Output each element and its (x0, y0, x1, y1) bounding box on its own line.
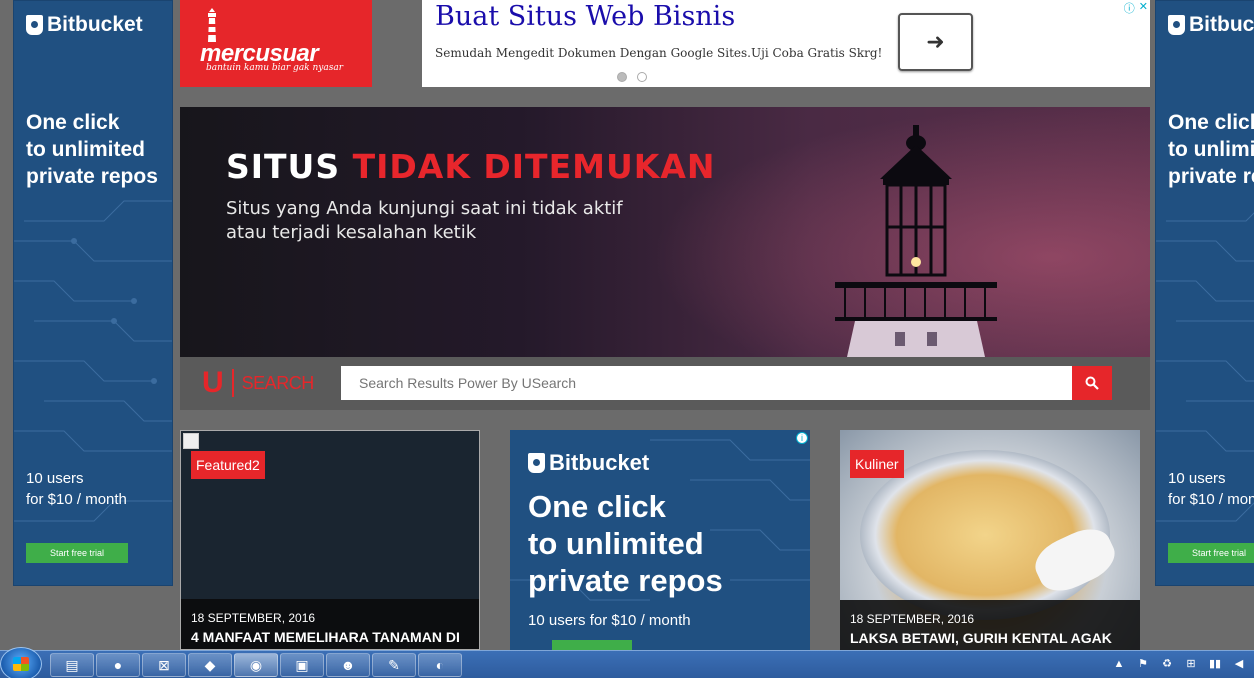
app-taskbar-button[interactable]: ◆ (188, 653, 232, 677)
lighthouse-image (835, 125, 997, 357)
notepad-icon: ✎ (388, 656, 400, 673)
ad-description: Semudah Mengedit Dokumen Dengan Google S… (435, 46, 883, 60)
right-bitbucket-ad[interactable]: Bitbucket One click to unlimited private… (1155, 0, 1254, 586)
usearch-text: SEARCH (241, 372, 315, 393)
logo-separator (231, 369, 234, 397)
bitbucket-icon (26, 15, 43, 35)
post-title[interactable]: 4 MANFAAT MEMELIHARA TANAMAN DI (191, 629, 469, 645)
carousel-dot-2[interactable] (637, 72, 647, 82)
ad-choices: ⓘ ✕ (1124, 0, 1148, 16)
xampp-icon: ⊠ (158, 656, 170, 673)
post-info: 18 SEPTEMBER, 2016 4 MANFAAT MEMELIHARA … (181, 599, 479, 649)
windows-logo-icon (13, 657, 29, 671)
hero-banner: SITUS TIDAK DITEMUKAN Situs yang Anda ku… (180, 107, 1150, 357)
carousel-dot-1[interactable] (617, 72, 627, 82)
start-trial-button[interactable] (552, 640, 632, 650)
chrome-icon: ◉ (249, 656, 263, 673)
ad-info-icon[interactable]: i (796, 432, 808, 444)
gimp-taskbar-button[interactable]: ☻ (326, 653, 370, 677)
post-date: 18 SEPTEMBER, 2016 (850, 612, 975, 626)
search-icon (1085, 376, 1099, 390)
search-bar: U SEARCH (180, 357, 1150, 410)
chrome-taskbar-button[interactable]: ◉ (234, 653, 278, 677)
start-trial-button[interactable]: Start free trial (1168, 543, 1254, 563)
brand-text: Bitbucket (47, 13, 143, 36)
terminal-icon: ▣ (295, 656, 309, 673)
system-tray: ▲ ⚑ ♻ ⊞ ▮▮ ◀ (1112, 657, 1246, 671)
post-date: 18 SEPTEMBER, 2016 (191, 611, 316, 625)
post-card[interactable]: Featured2 18 SEPTEMBER, 2016 4 MANFAAT M… (180, 430, 480, 650)
notepad-taskbar-button[interactable]: ✎ (372, 653, 416, 677)
folder-icon: ▤ (65, 656, 79, 673)
volume-icon[interactable]: ◀ (1232, 657, 1246, 671)
device-icon[interactable]: ⊞ (1184, 657, 1198, 671)
show-hidden-icon[interactable]: ▲ (1112, 657, 1126, 671)
top-text-ad[interactable]: Buat Situs Web Bisnis Semudah Mengedit D… (422, 0, 1150, 87)
bitbucket-logo: Bitbucket (528, 450, 649, 476)
logo-tagline: bantuin kamu biar gak nyasar (206, 63, 344, 73)
ad-info-icon[interactable]: ⓘ (1124, 0, 1135, 16)
post-info: 18 SEPTEMBER, 2016 LAKSA BETAWI, GURIH K… (840, 600, 1140, 650)
xampp-taskbar-button[interactable]: ⊠ (142, 653, 186, 677)
left-bitbucket-ad[interactable]: Bitbucket One click to unlimited private… (13, 0, 173, 586)
ad-headline: One click to unlimited private repos (528, 489, 723, 598)
post-title[interactable]: LAKSA BETAWI, GURIH KENTAL AGAK (850, 630, 1130, 646)
bitbucket-logo: Bitbucket (1168, 13, 1254, 37)
ad-price: 10 users for $10 / month (1168, 470, 1254, 508)
category-badge[interactable]: Featured2 (191, 451, 265, 479)
start-trial-button[interactable]: Start free trial (26, 543, 128, 563)
ad-close-icon[interactable]: ✕ (1139, 0, 1148, 16)
usearch-u: U (202, 366, 224, 399)
bitbucket-icon (1168, 15, 1185, 35)
category-badge[interactable]: Kuliner (850, 450, 904, 478)
search-button[interactable] (1072, 366, 1112, 400)
ad-price: 10 users for $10 / month (26, 470, 127, 508)
search-input[interactable] (341, 366, 1072, 400)
app-icon: ◆ (204, 656, 216, 673)
ad-arrow-button[interactable]: ➜ (898, 13, 973, 71)
mercusuar-logo[interactable]: mercusuar bantuin kamu biar gak nyasar (180, 0, 372, 87)
ad-headline: One click to unlimited private repos (1168, 111, 1254, 188)
windows-taskbar: ▤ ● ⊠ ◆ ◉ ▣ ☻ ✎ ◐ ▲ ⚑ ♻ ⊞ ▮▮ ◀ (0, 647, 1254, 678)
bitbucket-icon (528, 453, 545, 473)
firefox-taskbar-button[interactable]: ● (96, 653, 140, 677)
paint-taskbar-button[interactable]: ◐ (418, 653, 462, 677)
hero-title-white: SITUS (226, 147, 353, 186)
explorer-taskbar-button[interactable]: ▤ (50, 653, 94, 677)
ad-title[interactable]: Buat Situs Web Bisnis (435, 1, 735, 32)
usearch-logo: U SEARCH (202, 366, 314, 400)
hero-title: SITUS TIDAK DITEMUKAN (226, 147, 715, 186)
hero-subtitle: Situs yang Anda kunjungi saat ini tidak … (226, 198, 623, 243)
paint-icon: ◐ (435, 657, 445, 673)
broken-image-icon (183, 433, 199, 449)
start-button[interactable] (0, 647, 42, 678)
ad-price: 10 users for $10 / month (528, 612, 691, 629)
terminal-taskbar-button[interactable]: ▣ (280, 653, 324, 677)
network-icon[interactable]: ▮▮ (1208, 657, 1222, 671)
sync-icon[interactable]: ♻ (1160, 657, 1174, 671)
middle-bitbucket-ad[interactable]: i Bitbucket One click to unlimited priva… (510, 430, 810, 650)
ad-carousel-dots (617, 72, 647, 82)
gimp-icon: ☻ (340, 657, 356, 673)
brand-text: Bitbucket (549, 450, 650, 475)
hero-title-red: TIDAK DITEMUKAN (352, 147, 716, 186)
post-card[interactable]: Kuliner 18 SEPTEMBER, 2016 LAKSA BETAWI,… (840, 430, 1140, 650)
action-center-icon[interactable]: ⚑ (1136, 657, 1150, 671)
brand-text: Bitbucket (1189, 13, 1254, 36)
arrow-right-icon: ➜ (926, 29, 945, 54)
ad-headline: One click to unlimited private repos (26, 111, 158, 188)
bitbucket-logo: Bitbucket (26, 13, 143, 37)
firefox-icon: ● (113, 657, 123, 673)
